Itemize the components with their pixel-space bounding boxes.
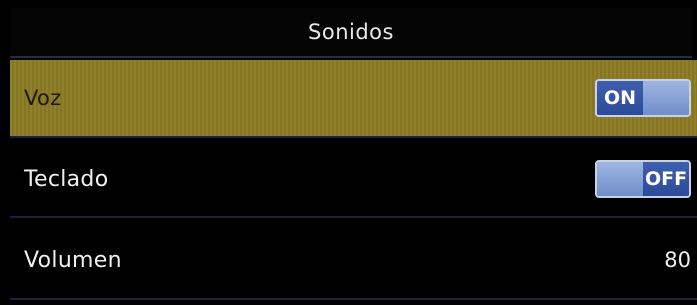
setting-label-teclado: Teclado bbox=[24, 166, 109, 192]
setting-label-volumen: Volumen bbox=[24, 247, 122, 273]
settings-screen: Sonidos Voz ON Teclado OFF Volumen 80 bbox=[0, 0, 697, 305]
volumen-value: 80 bbox=[664, 248, 691, 272]
setting-row-voz[interactable]: Voz ON bbox=[10, 60, 697, 138]
teclado-toggle-state: OFF bbox=[643, 162, 689, 196]
teclado-toggle-knob bbox=[597, 162, 643, 196]
setting-label-voz: Voz bbox=[24, 86, 62, 110]
setting-row-volumen[interactable]: Volumen 80 bbox=[10, 222, 697, 300]
teclado-toggle-switch[interactable]: OFF bbox=[595, 160, 691, 198]
screen-header: Sonidos bbox=[10, 8, 692, 58]
voz-toggle-state: ON bbox=[597, 81, 643, 115]
voz-toggle-knob bbox=[643, 81, 689, 115]
voz-toggle-switch[interactable]: ON bbox=[595, 79, 691, 117]
setting-row-teclado[interactable]: Teclado OFF bbox=[10, 142, 697, 218]
page-title: Sonidos bbox=[308, 20, 394, 44]
